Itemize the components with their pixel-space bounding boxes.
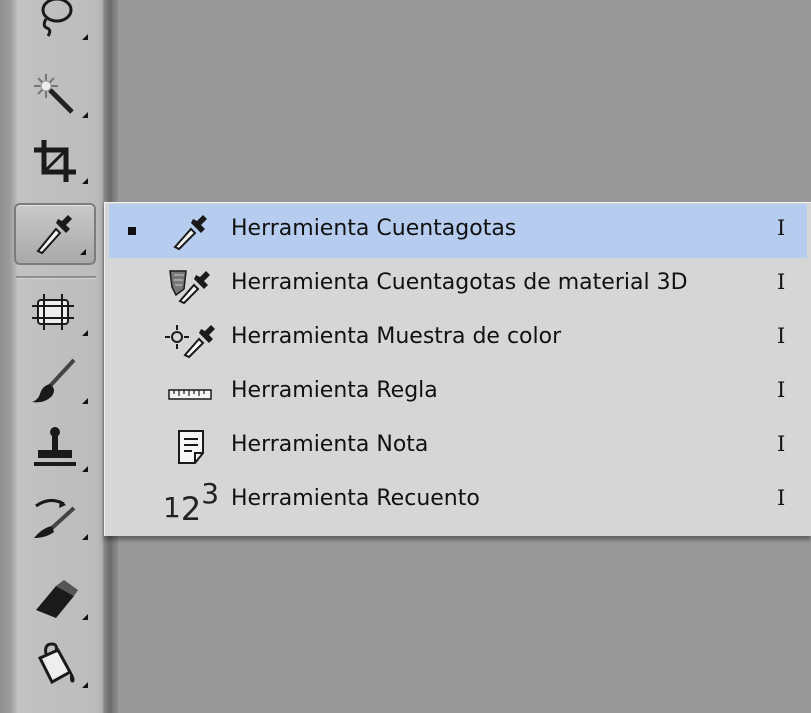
menu-item-label: Herramienta Cuentagotas — [231, 216, 517, 241]
magic-wand-icon — [34, 74, 74, 114]
crop-tool[interactable] — [14, 130, 96, 192]
menu-item-label: Herramienta Nota — [231, 432, 429, 457]
menu-item-label: Herramienta Recuento — [231, 486, 480, 511]
lasso-icon — [41, 0, 73, 37]
submenu-corner-icon — [82, 178, 88, 184]
eyedropper-tool[interactable] — [14, 203, 96, 265]
color-sampler-icon — [163, 315, 219, 363]
magic-wand-tool[interactable] — [14, 64, 96, 126]
crop-icon — [34, 140, 76, 182]
shortcut-key: I — [777, 270, 786, 294]
submenu-corner-icon — [82, 534, 88, 540]
history-brush-icon — [34, 499, 76, 538]
submenu-corner-icon — [82, 398, 88, 404]
shortcut-key: I — [777, 432, 786, 456]
spot-healing-tool[interactable] — [14, 282, 96, 344]
stamp-icon — [34, 427, 76, 466]
count-icon-digit: 1 — [163, 490, 181, 524]
material-eyedropper-icon — [163, 261, 219, 309]
lasso-tool[interactable] — [14, 0, 96, 48]
note-icon — [163, 423, 219, 471]
eraser-icon — [36, 580, 78, 618]
bandage-icon — [32, 294, 74, 330]
shortcut-key: I — [777, 378, 786, 402]
brush-icon — [32, 358, 76, 403]
submenu-corner-icon — [82, 112, 88, 118]
eyedropper-icon — [36, 215, 72, 255]
submenu-corner-icon — [82, 34, 88, 40]
active-tool-bullet — [128, 227, 136, 235]
menu-item-count[interactable]: 123 Herramienta Recuento I — [109, 474, 807, 529]
menu-item-note[interactable]: Herramienta Nota I — [109, 420, 807, 474]
submenu-corner-icon — [82, 466, 88, 472]
menu-item-eyedropper[interactable]: Herramienta Cuentagotas I — [109, 204, 807, 258]
history-brush-tool[interactable] — [14, 486, 96, 548]
eyedropper-icon — [163, 207, 219, 255]
ruler-icon — [163, 369, 219, 417]
menu-item-3d-material-eyedropper[interactable]: Herramienta Cuentagotas de material 3D I — [109, 258, 807, 312]
paint-bucket-icon — [37, 642, 75, 685]
tool-separator — [16, 276, 96, 279]
submenu-corner-icon — [82, 682, 88, 688]
tools-panel — [0, 0, 118, 713]
count-icon: 123 — [163, 476, 220, 529]
shortcut-key: I — [777, 486, 786, 510]
brush-tool[interactable] — [14, 350, 96, 412]
count-icon-digit: 3 — [201, 476, 220, 510]
menu-item-label: Herramienta Regla — [231, 378, 438, 403]
submenu-corner-icon — [82, 614, 88, 620]
menu-item-label: Herramienta Muestra de color — [231, 324, 562, 349]
clone-stamp-tool[interactable] — [14, 418, 96, 480]
shortcut-key: I — [777, 216, 786, 240]
menu-item-label: Herramienta Cuentagotas de material 3D — [231, 270, 688, 295]
paint-bucket-tool[interactable] — [14, 634, 96, 696]
eraser-tool[interactable] — [14, 566, 96, 628]
submenu-corner-icon — [82, 330, 88, 336]
submenu-corner-icon — [80, 249, 86, 255]
eyedropper-flyout-menu: Herramienta Cuentagotas I Herramienta Cu… — [104, 202, 811, 536]
count-icon-digit: 2 — [180, 490, 202, 528]
shortcut-key: I — [777, 324, 786, 348]
menu-item-color-sampler[interactable]: Herramienta Muestra de color I — [109, 312, 807, 366]
menu-item-ruler[interactable]: Herramienta Regla I — [109, 366, 807, 420]
